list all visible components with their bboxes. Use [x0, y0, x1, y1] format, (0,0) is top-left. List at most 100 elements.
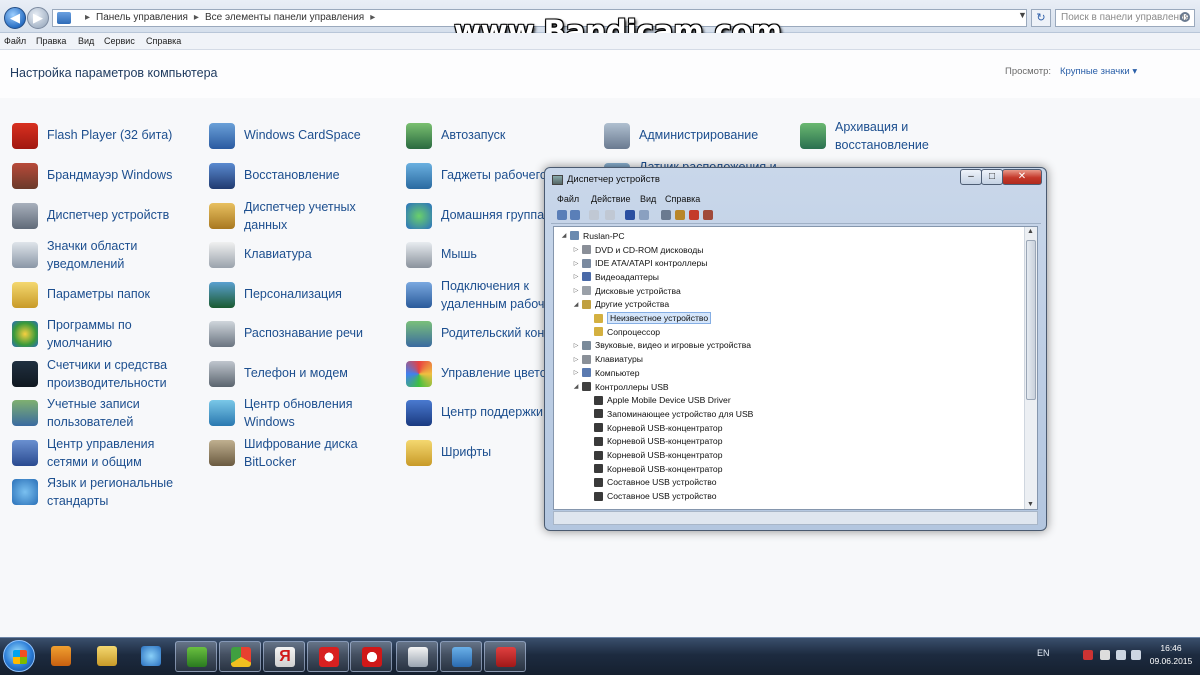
cp-item-cardspace[interactable]: Windows CardSpace — [209, 123, 399, 149]
back-arrow-icon[interactable] — [557, 210, 567, 220]
scroll-up-icon[interactable]: ▲ — [1027, 228, 1034, 235]
expand-toggle-icon[interactable]: ▷ — [572, 342, 580, 349]
search-input[interactable]: Поиск в панели управления — [1055, 9, 1195, 27]
expand-toggle-icon[interactable]: ▷ — [572, 369, 580, 376]
expand-toggle-icon[interactable]: ▷ — [572, 356, 580, 363]
device-manager-window[interactable]: Диспетчер устройств – □ ✕ Файл Действие … — [544, 167, 1047, 531]
cp-item-admin-tools[interactable]: Администрирование — [604, 123, 794, 149]
view-mode-dropdown[interactable]: Крупные значки ▾ — [1060, 66, 1137, 77]
uninstall-device-icon[interactable] — [703, 210, 713, 220]
cp-item-flash[interactable]: Flash Player (32 бита) — [12, 123, 202, 149]
dm-menu-help[interactable]: Справка — [665, 194, 700, 204]
tree-device[interactable]: Запоминающее устройство для USB — [584, 407, 753, 421]
tree-device[interactable]: Сопроцессор — [584, 325, 660, 339]
language-indicator[interactable]: EN — [1037, 648, 1050, 658]
device-tree[interactable]: ◢ Ruslan-PC ▷ DVD и CD-ROM дисководы ▷ IDE AT… — [553, 226, 1038, 510]
show-hidden-icon[interactable] — [639, 210, 649, 220]
menu-file[interactable]: Файл — [4, 36, 26, 46]
tree-device[interactable]: Корневой USB-концентратор — [584, 421, 723, 435]
taskbar-yandex-button[interactable]: Я — [263, 641, 305, 672]
refresh-button[interactable]: ↻ — [1031, 9, 1051, 27]
tree-device[interactable]: Корневой USB-концентратор — [584, 462, 723, 476]
tree-category[interactable]: ▷ DVD и CD-ROM дисководы — [572, 243, 704, 257]
properties-icon[interactable] — [605, 210, 615, 220]
taskbar-explorer-button[interactable] — [86, 641, 128, 672]
tree-category[interactable]: ▷ Звуковые, видео и игровые устройства — [572, 339, 751, 353]
tree-device[interactable]: Составное USB устройство — [584, 476, 717, 490]
bandicam-tray-icon[interactable] — [1083, 650, 1093, 660]
taskbar-chrome-button[interactable] — [219, 641, 261, 672]
scroll-thumb[interactable] — [1026, 240, 1036, 400]
expand-toggle-icon[interactable]: ▷ — [572, 260, 580, 267]
menu-view[interactable]: Вид — [78, 36, 94, 46]
cp-item-device-manager[interactable]: Диспетчер устройств — [12, 203, 202, 229]
cp-item-performance[interactable]: Счетчики и средства производительности — [12, 358, 202, 392]
cp-item-user-accounts[interactable]: Учетные записи пользователей — [12, 397, 202, 431]
tree-category[interactable]: ▷ Дисковые устройства — [572, 284, 681, 298]
cp-item-backup[interactable]: Архивация и восстановление — [800, 120, 990, 154]
cp-item-folder-options[interactable]: Параметры папок — [12, 282, 202, 308]
clock-time[interactable]: 16:46 — [1146, 642, 1196, 655]
cp-item-notification-icons[interactable]: Значки области уведомлений — [12, 239, 202, 273]
tree-category[interactable]: ▷ Компьютер — [572, 366, 640, 380]
cp-item-firewall[interactable]: Брандмауэр Windows — [12, 163, 202, 189]
start-button[interactable] — [3, 640, 35, 672]
action-center-tray-icon[interactable] — [1100, 650, 1110, 660]
scroll-down-icon[interactable]: ▼ — [1027, 501, 1034, 508]
expand-toggle-icon[interactable]: ▷ — [572, 273, 580, 280]
address-dropdown-icon[interactable]: ▼ — [1018, 10, 1027, 20]
close-button[interactable]: ✕ — [1002, 169, 1042, 185]
disable-device-icon[interactable] — [689, 210, 699, 220]
tree-device[interactable]: Составное USB устройство — [584, 489, 717, 503]
cp-item-bitlocker[interactable]: Шифрование диска BitLocker — [209, 437, 399, 471]
breadcrumb-control-panel[interactable]: Панель управления — [96, 12, 188, 23]
taskbar-opera-button[interactable] — [350, 641, 392, 672]
tree-device[interactable]: Apple Mobile Device USB Driver — [584, 393, 731, 407]
back-button[interactable]: ◀ — [4, 7, 26, 29]
taskbar-yandex-browser-button[interactable] — [307, 641, 349, 672]
expand-toggle-icon[interactable]: ◢ — [560, 232, 568, 239]
forward-button[interactable]: ▶ — [27, 7, 49, 29]
tree-category[interactable]: ▷ Видеоадаптеры — [572, 270, 659, 284]
scan-hardware-icon[interactable] — [661, 210, 671, 220]
taskbar-notepad-button[interactable] — [396, 641, 438, 672]
cp-item-network-center[interactable]: Центр управления сетями и общим — [12, 437, 202, 471]
cp-item-default-programs[interactable]: Программы по умолчанию — [12, 318, 202, 352]
minimize-button[interactable]: – — [960, 169, 982, 185]
clock-date[interactable]: 09.06.2015 — [1146, 656, 1196, 666]
expand-toggle-icon[interactable]: ▷ — [572, 246, 580, 253]
menu-edit[interactable]: Правка — [36, 36, 66, 46]
dm-menu-file[interactable]: Файл — [557, 194, 579, 204]
cp-item-phone-modem[interactable]: Телефон и модем — [209, 361, 399, 387]
taskbar-internet-explorer-button[interactable] — [130, 641, 172, 672]
dm-menu-action[interactable]: Действие — [591, 194, 631, 204]
taskbar-media-player-button[interactable] — [40, 641, 82, 672]
cp-item-windows-update[interactable]: Центр обновления Windows — [209, 397, 399, 431]
cp-item-keyboard[interactable]: Клавиатура — [209, 242, 399, 268]
tree-view-icon[interactable] — [589, 210, 599, 220]
maximize-button[interactable]: □ — [981, 169, 1003, 185]
tree-category[interactable]: ◢ Контроллеры USB — [572, 380, 669, 394]
help-icon[interactable] — [625, 210, 635, 220]
cp-item-autoplay[interactable]: Автозапуск — [406, 123, 596, 149]
breadcrumb-all-items[interactable]: Все элементы панели управления — [205, 12, 364, 23]
cp-item-credential-manager[interactable]: Диспетчер учетных данных — [209, 200, 399, 234]
menu-tools[interactable]: Сервис — [104, 36, 135, 46]
menu-help[interactable]: Справка — [146, 36, 181, 46]
volume-tray-icon[interactable] — [1131, 650, 1141, 660]
cp-item-personalization[interactable]: Персонализация — [209, 282, 399, 308]
tree-device[interactable]: Корневой USB-концентратор — [584, 435, 723, 449]
tree-device[interactable]: Неизвестное устройство — [584, 311, 712, 325]
tree-category[interactable]: ▷ Клавиатуры — [572, 352, 643, 366]
tree-root[interactable]: ◢ Ruslan-PC — [560, 229, 625, 243]
update-driver-icon[interactable] — [675, 210, 685, 220]
tree-device[interactable]: Корневой USB-концентратор — [584, 448, 723, 462]
taskbar-bandicam-button[interactable] — [484, 641, 526, 672]
forward-arrow-icon[interactable] — [570, 210, 580, 220]
taskbar-utorrent-button[interactable] — [175, 641, 217, 672]
vertical-scrollbar[interactable]: ▲ ▼ — [1024, 227, 1037, 509]
tree-category[interactable]: ▷ IDE ATA/ATAPI контроллеры — [572, 256, 708, 270]
expand-toggle-icon[interactable]: ◢ — [572, 383, 580, 390]
cp-item-speech[interactable]: Распознавание речи — [209, 321, 399, 347]
taskbar-control-panel-button[interactable] — [440, 641, 482, 672]
